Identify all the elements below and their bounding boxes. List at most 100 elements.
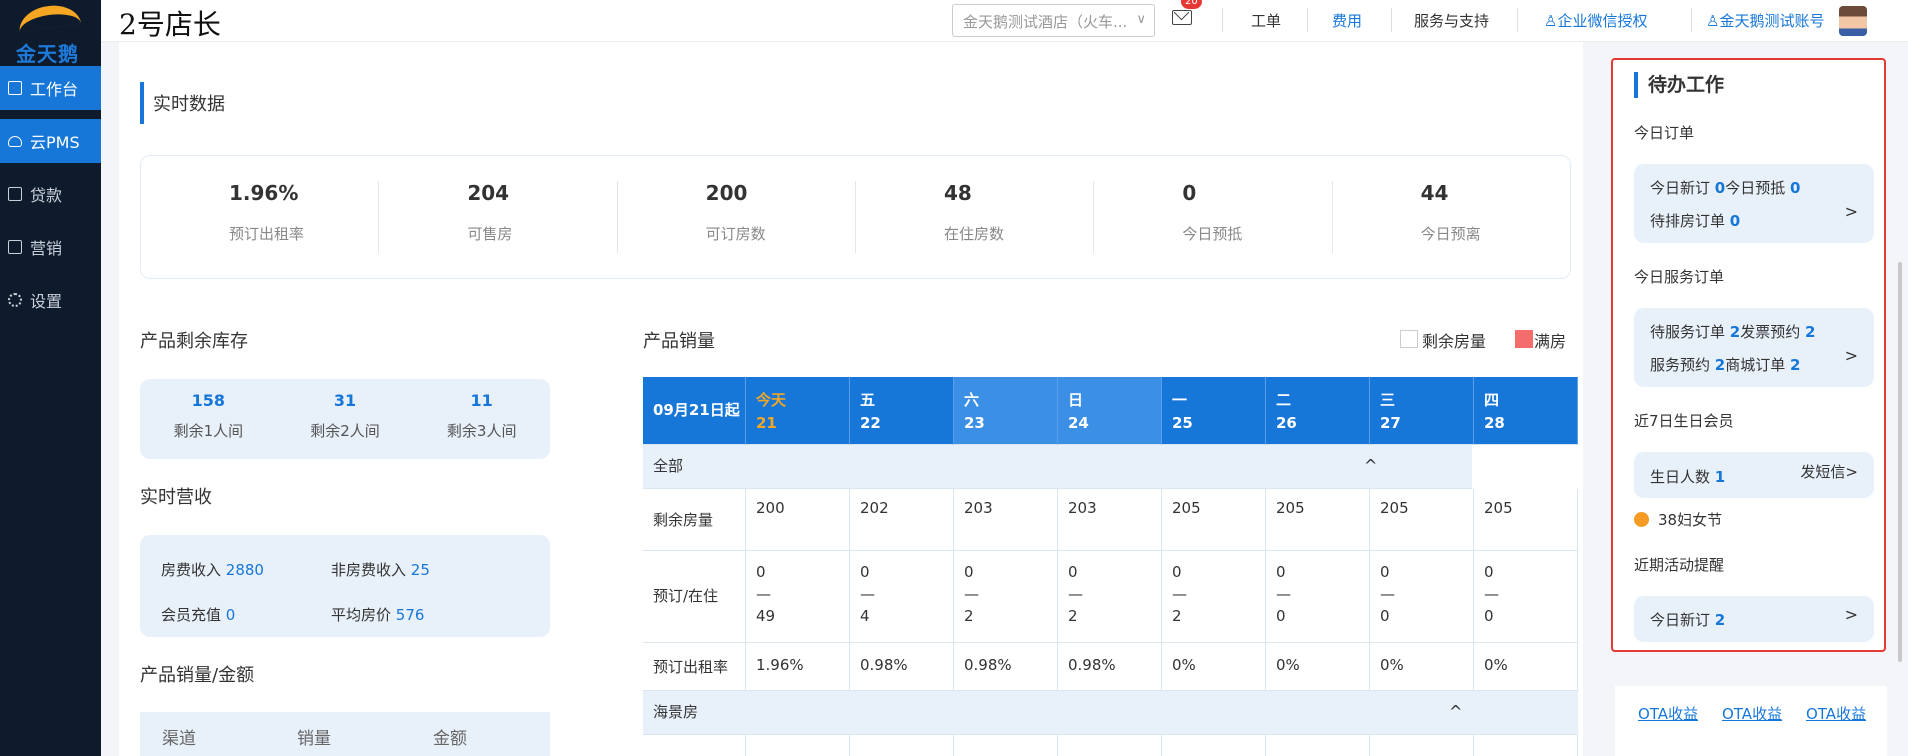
work-order-link[interactable]: 工单 <box>1251 10 1281 31</box>
grid-cell[interactable]: 0.98% <box>850 643 954 691</box>
day-weekday: 一 <box>1172 391 1188 409</box>
collapse-all-icon[interactable]: ^ <box>1364 456 1377 475</box>
day-weekday: 二 <box>1276 391 1292 409</box>
grid-cell[interactable]: 205 <box>1370 489 1474 551</box>
day-header-cell[interactable]: 二 26 <box>1266 377 1370 445</box>
hotel-select-value: 金天鹅测试酒店（火车... <box>963 13 1128 31</box>
activity-value: 2 <box>1714 611 1726 629</box>
sidebar-item-marketing[interactable]: 营销 <box>0 225 101 269</box>
grid-cell[interactable]: 0% <box>1162 643 1266 691</box>
stat-bookable: 200 可订房数 <box>618 181 856 253</box>
chevron-right-icon[interactable]: > <box>1845 605 1858 624</box>
wechat-auth-link[interactable]: ♙企业微信授权 <box>1544 10 1647 31</box>
assign-room-label: 待排房订单 <box>1650 212 1726 230</box>
grid-cell[interactable]: 0.98% <box>954 643 1058 691</box>
user-icon: ♙ <box>1544 12 1558 30</box>
account-link[interactable]: ♙金天鹅测试账号 <box>1706 10 1824 31</box>
grid-cell[interactable]: 0 — 2 <box>1058 551 1162 643</box>
grid-cell[interactable]: 202 <box>850 489 954 551</box>
sidebar-item-workbench[interactable]: 工作台 <box>0 66 101 110</box>
gear-icon <box>8 293 22 307</box>
day-header-cell[interactable]: 日 24 <box>1058 377 1162 445</box>
grid-cell[interactable]: 203 <box>954 489 1058 551</box>
nonroom-revenue-value: 25 <box>410 561 430 579</box>
avatar[interactable] <box>1839 6 1867 36</box>
staying-value: 0 <box>1484 607 1494 625</box>
scrollbar[interactable] <box>1898 262 1902 662</box>
birthday-line: 生日人数 1 <box>1650 466 1725 487</box>
legend-full-label: 满房 <box>1534 332 1567 351</box>
grid-cell[interactable]: 0 — 2 <box>1162 551 1266 643</box>
ota-revenue-link[interactable]: OTA收益 <box>1806 703 1866 724</box>
grid-cell[interactable]: 0% <box>1266 643 1370 691</box>
divider <box>1517 8 1518 32</box>
today-orders-line: 今日新订 0今日预抵 0 <box>1650 177 1800 198</box>
service-pending-value: 2 <box>1729 323 1741 341</box>
mail-icon[interactable] <box>1172 10 1192 25</box>
grid-cell[interactable]: 0% <box>1474 643 1578 691</box>
grid-cell[interactable]: 0 — 4 <box>850 551 954 643</box>
day-header-cell[interactable]: 四 28 <box>1474 377 1578 445</box>
grid-cell[interactable]: 205 <box>1266 489 1370 551</box>
inventory-item: 158 剩余1人间 <box>140 391 277 459</box>
grid-cell[interactable]: 205 <box>1162 489 1266 551</box>
ota-revenue-link[interactable]: OTA收益 <box>1638 703 1698 724</box>
stat-label: 今日预离 <box>1420 225 1481 243</box>
service-support-link[interactable]: 服务与支持 <box>1414 10 1489 31</box>
grid-cell[interactable]: 203 <box>1058 489 1162 551</box>
hotel-select[interactable]: 金天鹅测试酒店（火车... ∨ <box>952 4 1155 37</box>
chevron-down-icon: ∨ <box>1136 12 1146 27</box>
birthday-card[interactable]: 生日人数 1 发短信> <box>1634 452 1874 498</box>
mall-order-value: 2 <box>1790 356 1801 374</box>
grid-cell[interactable]: 0.98% <box>1058 643 1162 691</box>
day-header-cell[interactable]: 今天 21 <box>746 377 850 445</box>
today-orders-card[interactable]: 今日新订 0今日预抵 0 待排房订单 0 > <box>1634 164 1874 243</box>
stat-departures: 44 今日预离 <box>1333 181 1570 253</box>
arrive-label: 今日预抵 <box>1725 179 1786 197</box>
invoice-value: 2 <box>1805 323 1816 341</box>
booked-separator: — <box>1172 585 1187 603</box>
grid-cell[interactable]: 200 <box>746 489 850 551</box>
day-weekday: 六 <box>964 391 980 409</box>
grid-cell[interactable]: 205 <box>1474 489 1578 551</box>
grid-cell[interactable]: 0 — 0 <box>1266 551 1370 643</box>
service-orders-card[interactable]: 待服务订单 2发票预约 2 服务预约 2商城订单 2 > <box>1634 308 1874 387</box>
chevron-right-icon[interactable]: > <box>1845 202 1858 221</box>
collapse-sea-icon[interactable]: ^ <box>1449 702 1462 721</box>
stat-booking-rate: 1.96% 预订出租率 <box>141 181 380 253</box>
grid-cell[interactable]: 0 — 2 <box>954 551 1058 643</box>
start-date-cell: 09月21日起 <box>643 377 746 445</box>
todo-title: 待办工作 <box>1634 72 1724 98</box>
group-row-all[interactable]: 全部 <box>643 445 1472 489</box>
grid-cell[interactable]: 0 — 49 <box>746 551 850 643</box>
grid-cell[interactable]: 0 — 0 <box>1474 551 1578 643</box>
grid-cell[interactable]: 1.96% <box>746 643 850 691</box>
group-row-sea-view[interactable]: 海景房 <box>643 691 1578 735</box>
grid-cell <box>1162 735 1266 756</box>
day-header-cell[interactable]: 六 23 <box>954 377 1058 445</box>
day-header-cell[interactable]: 三 27 <box>1370 377 1474 445</box>
grid-cell[interactable]: 0% <box>1370 643 1474 691</box>
activity-card[interactable]: 今日新订 2 > <box>1634 596 1874 642</box>
sidebar-item-loan[interactable]: 贷款 <box>0 172 101 216</box>
day-header-cell[interactable]: 一 25 <box>1162 377 1266 445</box>
main-content: 实时数据 1.96% 预订出租率 204 可售房 200 可订房数 48 在住房… <box>119 42 1583 756</box>
ota-revenue-link[interactable]: OTA收益 <box>1722 703 1782 724</box>
grid-cell <box>954 735 1058 756</box>
row-label: 剩余房量 <box>643 489 746 551</box>
inventory-item: 31 剩余2人间 <box>277 391 414 459</box>
grid-row-remaining: 剩余房量 200 202 203 203 205 205 205 205 <box>643 489 1578 551</box>
member-recharge-label: 会员充值 <box>161 606 222 624</box>
grid-cell[interactable]: 0 — 0 <box>1370 551 1474 643</box>
loan-icon <box>8 187 22 201</box>
chevron-right-icon[interactable]: > <box>1845 346 1858 365</box>
grid-cell <box>1266 735 1370 756</box>
today-orders-title: 今日订单 <box>1634 124 1695 142</box>
service-booking-label: 服务预约 <box>1650 356 1711 374</box>
send-sms-link[interactable]: 发短信> <box>1800 461 1858 482</box>
sidebar-item-cloud-pms[interactable]: 云PMS <box>0 119 101 163</box>
sidebar-item-label: 云PMS <box>30 133 80 152</box>
sidebar-item-settings[interactable]: 设置 <box>0 278 101 322</box>
fee-link[interactable]: 费用 <box>1332 10 1362 31</box>
day-header-cell[interactable]: 五 22 <box>850 377 954 445</box>
